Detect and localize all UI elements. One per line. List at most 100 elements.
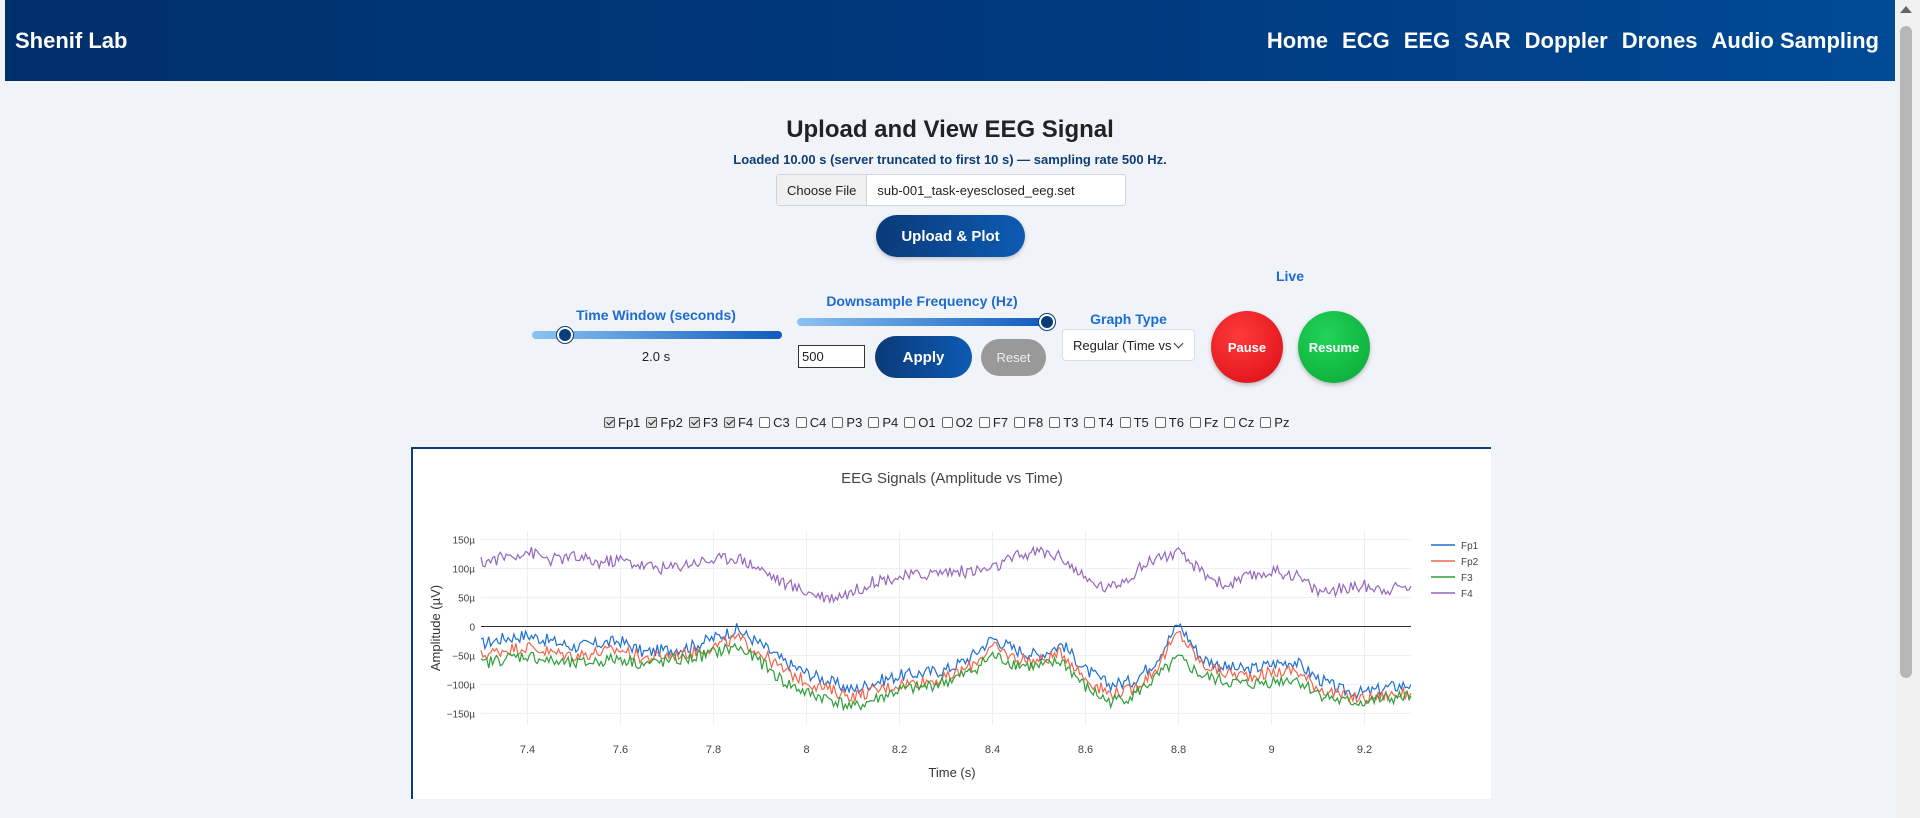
upload-plot-button[interactable]: Upload & Plot — [876, 215, 1025, 257]
graph-type-selected: Regular (Time vs — [1073, 337, 1172, 353]
channel-label: F4 — [737, 415, 754, 430]
channel-checkbox[interactable] — [1224, 417, 1236, 428]
y-tick-label: 50µ — [458, 594, 475, 605]
channel-label: F8 — [1028, 415, 1044, 430]
channel-f4[interactable]: F4 — [723, 415, 754, 430]
y-tick-label: −50µ — [452, 652, 475, 663]
channel-checkbox[interactable] — [646, 417, 658, 428]
channel-fp2[interactable]: Fp2 — [646, 415, 683, 430]
channel-fp1[interactable]: Fp1 — [604, 415, 640, 430]
eeg-chart[interactable]: EEG Signals (Amplitude vs Time) 7.4 7.6 7.8… — [413, 449, 1491, 799]
channel-checkbox[interactable] — [1014, 417, 1026, 428]
channel-t6[interactable]: T6 — [1154, 415, 1184, 430]
graph-type-select[interactable]: Regular (Time vs — [1062, 329, 1195, 361]
channel-checkbox[interactable] — [1189, 417, 1201, 428]
pause-button[interactable]: Pause — [1211, 311, 1283, 383]
channel-checkbox-list: Fp1 Fp2 F3 F4 C3 C4 P3 P4 O1 O2 F7 F8 T3 T4 T5 T6 Fz Cz Pz — [604, 415, 1295, 430]
nav-link-ecg[interactable]: ECG — [1342, 28, 1390, 54]
channel-checkbox[interactable] — [759, 417, 771, 428]
nav-link-audio-sampling[interactable]: Audio Sampling — [1712, 28, 1879, 54]
channel-o2[interactable]: O2 — [941, 415, 973, 430]
nav-links: Home ECG EEG SAR Doppler Drones Audio Sa… — [1267, 28, 1879, 54]
time-window-value: 2.0 s — [641, 349, 671, 364]
live-label: Live — [1275, 268, 1304, 284]
nav-link-drones[interactable]: Drones — [1622, 28, 1698, 54]
channel-checkbox[interactable] — [1119, 417, 1131, 428]
channel-label: Fz — [1203, 415, 1219, 430]
x-tick-label: 8.6 — [1078, 744, 1093, 756]
channel-t5[interactable]: T5 — [1119, 415, 1149, 430]
channel-checkbox[interactable] — [1084, 417, 1096, 428]
channel-p3[interactable]: P3 — [832, 415, 862, 430]
x-tick-label: 8.2 — [892, 744, 907, 756]
x-tick-label: 9.2 — [1357, 744, 1372, 756]
channel-f3[interactable]: F3 — [688, 415, 718, 430]
nav-link-home[interactable]: Home — [1267, 28, 1328, 54]
apply-button[interactable]: Apply — [875, 336, 972, 378]
channel-f8[interactable]: F8 — [1014, 415, 1043, 430]
y-tick-label: −150µ — [447, 709, 476, 720]
legend-label-f4: F4 — [1461, 589, 1473, 600]
channel-checkbox[interactable] — [795, 417, 807, 428]
channel-c4[interactable]: C4 — [795, 415, 826, 430]
channel-checkbox[interactable] — [868, 417, 880, 428]
channel-checkbox[interactable] — [723, 417, 735, 428]
channel-label: Fp1 — [618, 415, 641, 430]
channel-checkbox[interactable] — [1154, 417, 1166, 428]
y-tick-label: 150µ — [453, 536, 476, 547]
channel-checkbox[interactable] — [832, 417, 844, 428]
reset-button[interactable]: Reset — [981, 339, 1046, 376]
downsample-slider[interactable] — [797, 318, 1047, 326]
channel-checkbox[interactable] — [604, 417, 615, 428]
channel-p4[interactable]: P4 — [868, 415, 898, 430]
channel-label: O1 — [918, 415, 936, 430]
file-input[interactable]: Choose File sub-001_task-eyesclosed_eeg.… — [776, 174, 1126, 206]
channel-label: O2 — [955, 415, 973, 430]
channel-c3[interactable]: C3 — [759, 415, 790, 430]
y-tick-label: 0 — [469, 623, 475, 634]
choose-file-button[interactable]: Choose File — [777, 175, 868, 205]
legend-label-fp2: Fp2 — [1461, 557, 1479, 568]
channel-label: P4 — [882, 415, 899, 430]
x-tick-label: 8 — [803, 744, 809, 756]
graph-type-label: Graph Type — [1090, 311, 1167, 327]
channel-checkbox[interactable] — [978, 417, 990, 428]
downsample-slider-thumb[interactable] — [1039, 314, 1055, 330]
nav-link-eeg[interactable]: EEG — [1404, 28, 1450, 54]
x-axis-label: Time (s) — [928, 765, 975, 780]
top-navbar: Shenif Lab Home ECG EEG SAR Doppler Dron… — [5, 0, 1895, 81]
channel-checkbox[interactable] — [688, 417, 700, 428]
channel-checkbox[interactable] — [941, 417, 953, 428]
channel-cz[interactable]: Cz — [1224, 415, 1254, 430]
y-tick-label: 100µ — [453, 565, 476, 576]
channel-o1[interactable]: O1 — [904, 415, 936, 430]
scroll-up-arrow-icon[interactable] — [1900, 6, 1912, 13]
channel-label: Pz — [1274, 415, 1290, 430]
channel-checkbox[interactable] — [1049, 417, 1061, 428]
nav-link-sar[interactable]: SAR — [1464, 28, 1510, 54]
legend-label-fp1: Fp1 — [1461, 541, 1479, 552]
time-window-slider-thumb[interactable] — [556, 327, 573, 343]
channel-label: P3 — [846, 415, 863, 430]
channel-fz[interactable]: Fz — [1189, 415, 1219, 430]
downsample-input[interactable]: 500 — [798, 345, 865, 368]
channel-t4[interactable]: T4 — [1084, 415, 1114, 430]
resume-button[interactable]: Resume — [1298, 311, 1370, 383]
channel-checkbox[interactable] — [1260, 417, 1272, 428]
selected-file-name: sub-001_task-eyesclosed_eeg.set — [877, 182, 1075, 198]
brand-logo-text[interactable]: Shenif Lab — [15, 28, 127, 54]
legend-label-f3: F3 — [1461, 573, 1473, 584]
x-tick-label: 9 — [1268, 744, 1274, 756]
nav-link-doppler[interactable]: Doppler — [1525, 28, 1608, 54]
x-tick-label: 7.8 — [706, 744, 721, 756]
channel-t3[interactable]: T3 — [1049, 415, 1078, 430]
scrollbar-thumb[interactable] — [1900, 26, 1912, 678]
channel-pz[interactable]: Pz — [1260, 415, 1289, 430]
channel-checkbox[interactable] — [904, 417, 916, 428]
load-status-text: Loaded 10.00 s (server truncated to firs… — [733, 152, 1167, 167]
channel-label: Cz — [1238, 415, 1255, 430]
channel-f7[interactable]: F7 — [978, 415, 1008, 430]
channel-label: T6 — [1168, 415, 1184, 430]
channel-label: F3 — [702, 415, 718, 430]
channel-label: T5 — [1133, 415, 1149, 430]
